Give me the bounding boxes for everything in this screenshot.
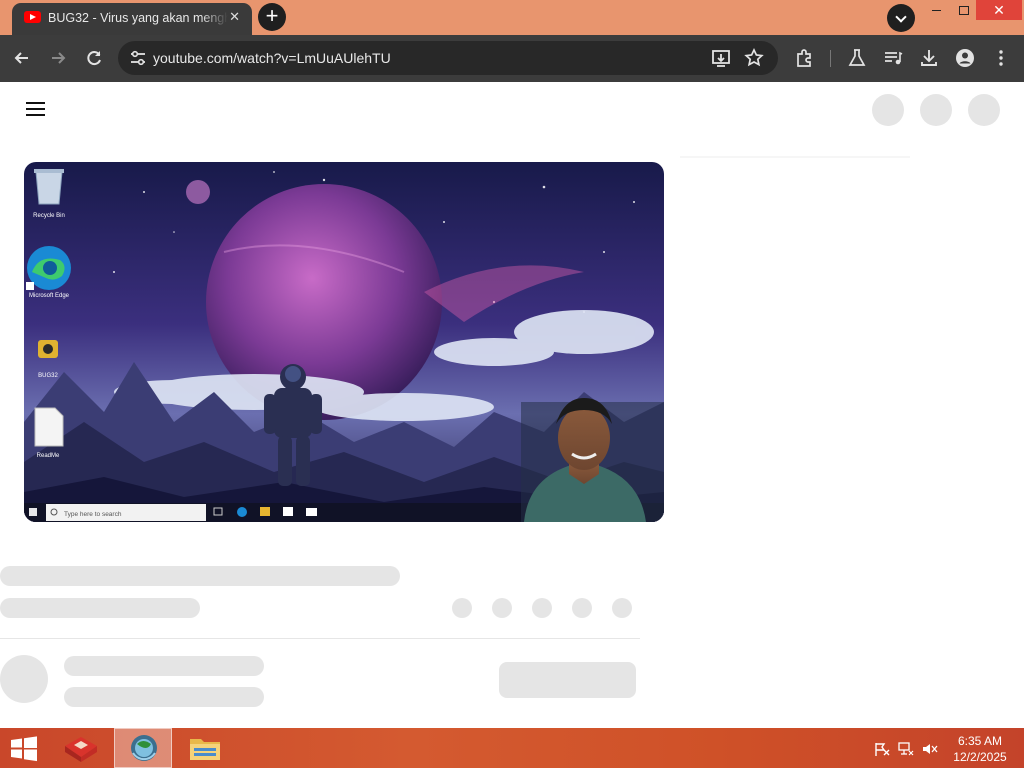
svg-text:Type here to search: Type here to search [64, 511, 122, 518]
taskbar-app-file-explorer[interactable] [176, 728, 234, 768]
media-controls-icon[interactable] [882, 47, 904, 69]
hamburger-menu-icon[interactable] [26, 102, 46, 118]
forward-icon[interactable] [47, 47, 69, 69]
restore-button[interactable] [948, 0, 978, 20]
minimize-button[interactable] [921, 0, 951, 20]
download-icon[interactable] [918, 47, 940, 69]
title-skeleton [0, 566, 400, 586]
network-icon[interactable] [898, 742, 914, 756]
tab-title: BUG32 - Virus yang akan menghapus file [48, 11, 228, 25]
browser-toolbar: youtube.com/watch?v=LmUuAUlehTU [0, 35, 1024, 82]
youtube-favicon-icon [24, 11, 41, 23]
volume-muted-icon[interactable] [922, 742, 938, 756]
labs-icon[interactable] [846, 47, 868, 69]
header-placeholder-create [872, 94, 904, 126]
extensions-icon[interactable] [794, 47, 816, 69]
svg-text:Recycle Bin: Recycle Bin [33, 213, 65, 219]
toolbar-divider [830, 50, 831, 67]
folder-icon [190, 739, 220, 760]
install-icon[interactable] [710, 47, 732, 69]
header-placeholder-notifications [920, 94, 952, 126]
toolbox-icon [65, 737, 97, 762]
windows-logo-icon [11, 736, 37, 762]
bookmark-star-icon[interactable] [743, 47, 765, 69]
window-close-button[interactable]: ✕ [976, 0, 1022, 20]
content-divider [0, 638, 640, 639]
menu-icon[interactable] [990, 47, 1012, 69]
site-info-icon[interactable] [128, 48, 148, 68]
tab-youtube[interactable]: BUG32 - Virus yang akan menghapus file ✕ [12, 3, 252, 35]
taskbar-app-browser[interactable] [114, 728, 172, 768]
back-icon[interactable] [11, 47, 33, 69]
action-placeholder-2 [492, 598, 512, 618]
action-center-flag-icon[interactable] [874, 742, 890, 756]
clock-date: 12/2/2025 [953, 750, 1007, 764]
profile-icon[interactable] [954, 47, 976, 69]
taskbar-app-toolbox[interactable] [52, 728, 110, 768]
video-frame: Recycle Bin Microsoft Edge BUG32 ReadMe … [24, 162, 664, 522]
channel-avatar-skeleton [0, 655, 48, 703]
tab-search-button[interactable] [887, 4, 915, 32]
url-text: youtube.com/watch?v=LmUuAUlehTU [153, 50, 391, 66]
channel-name-skeleton [64, 656, 264, 676]
start-button[interactable] [0, 728, 48, 768]
video-player[interactable]: Recycle Bin Microsoft Edge BUG32 ReadMe … [24, 162, 664, 522]
windows-taskbar [0, 728, 1024, 768]
svg-text:BUG32: BUG32 [38, 373, 58, 379]
clock-time: 6:35 AM [957, 734, 1003, 748]
action-placeholder-1 [452, 598, 472, 618]
action-placeholder-3 [532, 598, 552, 618]
new-tab-button[interactable]: + [258, 3, 286, 31]
svg-text:Microsoft Edge: Microsoft Edge [29, 293, 70, 299]
meta-skeleton [0, 598, 200, 618]
sidebar-placeholder [680, 156, 910, 158]
tab-strip: BUG32 - Virus yang akan menghapus file ✕… [0, 0, 1024, 35]
taskbar-clock[interactable]: 6:35 AM 12/2/2025 [946, 733, 1014, 765]
action-placeholder-4 [572, 598, 592, 618]
address-bar[interactable]: youtube.com/watch?v=LmUuAUlehTU [118, 41, 778, 75]
action-placeholder-5 [612, 598, 632, 618]
channel-subs-skeleton [64, 687, 264, 707]
tab-close-icon[interactable]: ✕ [229, 9, 240, 25]
reload-icon[interactable] [83, 47, 105, 69]
header-placeholder-avatar [968, 94, 1000, 126]
svg-text:ReadMe: ReadMe [37, 453, 60, 459]
subscribe-button-skeleton [499, 662, 636, 698]
browser-globe-icon [131, 735, 157, 761]
